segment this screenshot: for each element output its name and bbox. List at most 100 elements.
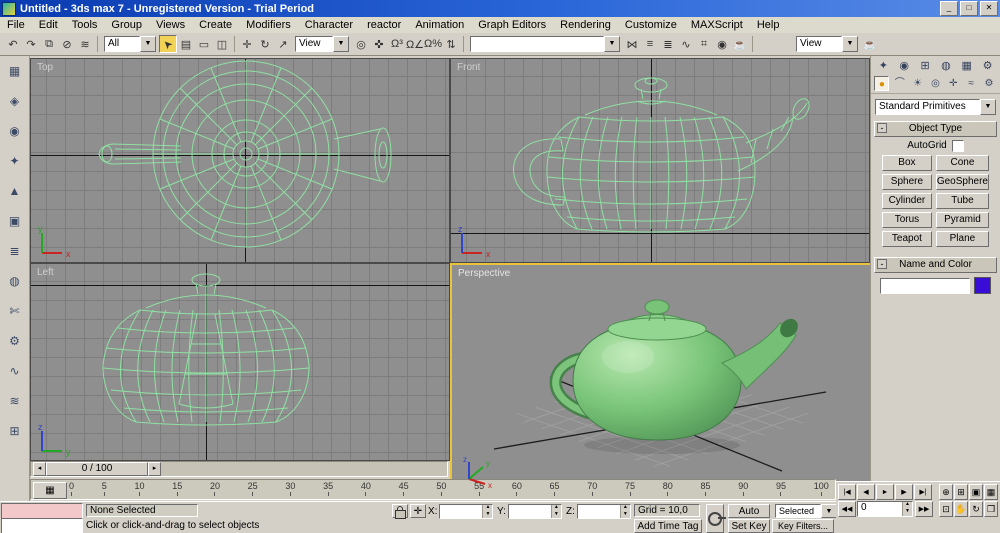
render-type-dropdown[interactable]: View ▼ [796,36,858,52]
viewport-top[interactable]: Top x y [30,58,450,263]
time-slider-handle[interactable]: 0 / 100 [46,462,148,476]
create-category-icon[interactable]: ≈ [964,76,979,91]
create-category-icon[interactable]: ⚙ [981,76,996,91]
object-name-input[interactable] [880,277,970,294]
auto-key-button[interactable]: Auto Key [728,504,770,530]
toolbar-icon[interactable]: ≡ [641,35,659,53]
create-category-icon[interactable]: ⌒ [892,76,907,91]
viewport-nav-button[interactable]: ⊡ [939,501,953,517]
previous-key-button[interactable]: ◀◀ [838,501,856,517]
named-selection-sets-dropdown[interactable]: ▼ [470,36,620,52]
command-panel-tab-icon[interactable]: ◉ [896,58,913,74]
chevron-down-icon[interactable]: ▼ [604,36,620,52]
viewport-nav-button[interactable]: ▦ [984,484,998,500]
primitive-button[interactable]: Cone [935,155,989,171]
lock-selection-toggle[interactable] [392,504,408,519]
minimize-button[interactable]: _ [940,1,958,16]
primitive-button[interactable]: Box [882,155,932,171]
viewport-nav-button[interactable]: ↻ [969,501,983,517]
toolbar-icon[interactable]: ↶ [4,35,22,53]
reactor-toolbar-icon[interactable]: ✦ [5,152,25,170]
toolbar-icon[interactable]: ◎ [352,35,370,53]
reactor-toolbar-icon[interactable]: ▣ [5,212,25,230]
viewport-label[interactable]: Top [37,62,53,73]
track-bar[interactable]: ▦ 0 5 10 15 20 25 30 35 40 45 50 55 60 65 70 75 80 85 90 95… [30,479,836,500]
toolbar-icon[interactable]: ✜ [370,35,388,53]
autogrid-checkbox[interactable] [951,139,964,152]
next-key-button[interactable]: ▶▶ [915,501,933,517]
toolbar-icon[interactable]: ≣ [659,35,677,53]
menu-item[interactable]: reactor [360,18,408,32]
playback-button[interactable]: ► [876,484,894,500]
z-coordinate-field[interactable]: ▲ ▼ [576,504,631,519]
chevron-down-icon[interactable]: ▼ [140,36,156,52]
toolbar-icon[interactable]: ∿ [677,35,695,53]
chevron-down-icon[interactable]: ▼ [821,504,837,518]
add-time-tag-button[interactable]: Add Time Tag [634,519,702,533]
viewport-nav-button[interactable]: ✋ [954,501,968,517]
quick-render-button[interactable]: ☕ [861,35,879,53]
viewport-label[interactable]: Front [457,62,480,73]
reactor-toolbar-icon[interactable]: ⚙ [5,332,25,350]
reactor-toolbar-icon[interactable]: ✄ [5,302,25,320]
reactor-toolbar-icon[interactable]: ≣ [5,242,25,260]
toolbar-icon[interactable]: ⇅ [442,35,460,53]
primitive-button[interactable]: Tube [935,193,989,209]
x-coordinate-field[interactable]: ▲ ▼ [439,504,494,519]
menu-item[interactable]: Customize [618,18,684,32]
set-keys-button[interactable] [706,504,726,533]
create-category-icon[interactable]: ☀ [910,76,925,91]
absolute-offset-toggle[interactable]: ✛ [410,504,426,518]
reactor-toolbar-icon[interactable]: ▲ [5,182,25,200]
playback-button[interactable]: |◀ [838,484,856,500]
menu-item[interactable]: Animation [408,18,471,32]
set-key-button[interactable]: Set Key [728,519,770,533]
command-panel-tab-icon[interactable]: ✦ [875,58,892,74]
primitive-button[interactable]: Teapot [882,231,932,247]
object-type-rollout-header[interactable]: - Object Type [874,121,997,137]
playback-button[interactable]: ◀ [857,484,875,500]
collapse-icon[interactable]: - [877,259,887,269]
chevron-down-icon[interactable]: ▼ [333,36,349,52]
select-object-button[interactable]: ➤ [159,35,177,53]
close-button[interactable]: ✕ [980,1,998,16]
toolbar-icon[interactable]: ≋ [76,35,94,53]
reactor-toolbar-icon[interactable]: ∿ [5,362,25,380]
primitive-button[interactable]: Cylinder [882,193,932,209]
viewport-nav-button[interactable]: ❒ [984,501,998,517]
maxscript-mini-listener-white[interactable] [1,518,83,533]
toolbar-icon[interactable]: Ω∠ [406,35,424,53]
create-category-icon[interactable]: ✛ [946,76,961,91]
menu-item[interactable]: Group [104,18,149,32]
collapse-icon[interactable]: - [877,123,887,133]
toolbar-icon[interactable]: ⊘ [58,35,76,53]
menu-item[interactable]: Character [298,18,360,32]
menu-item[interactable]: Modifiers [239,18,298,32]
menu-item[interactable]: Help [750,18,787,32]
maximize-button[interactable]: □ [960,1,978,16]
key-filters-button[interactable]: Key Filters... [772,519,834,533]
primitive-category-dropdown[interactable]: Standard Primitives ▼ [875,99,996,115]
reactor-toolbar-icon[interactable]: ◈ [5,92,25,110]
create-category-icon[interactable]: ● [874,76,890,91]
toolbar-icon[interactable]: Ω% [424,35,442,53]
name-and-color-rollout-header[interactable]: - Name and Color [874,257,997,273]
spinner[interactable]: ▲ ▼ [550,505,561,518]
menu-item[interactable]: Edit [32,18,65,32]
playback-button[interactable]: ▶| [914,484,932,500]
menu-item[interactable]: Create [192,18,239,32]
primitive-button[interactable]: Pyramid [935,212,989,228]
menu-item[interactable]: Rendering [553,18,618,32]
create-category-icon[interactable]: ◎ [928,76,943,91]
viewport-nav-button[interactable]: ▣ [969,484,983,500]
primitive-button[interactable]: Sphere [882,174,932,190]
select-rotate-button[interactable]: ↻ [256,35,274,53]
viewport-label[interactable]: Perspective [458,268,510,279]
toolbar-icon[interactable]: ⌗ [695,35,713,53]
object-color-swatch[interactable] [974,277,991,294]
menu-item[interactable]: File [0,18,32,32]
command-panel-tab-icon[interactable]: ⊞ [917,58,934,74]
reactor-toolbar-icon[interactable]: ≋ [5,392,25,410]
primitive-button[interactable]: Torus [882,212,932,228]
reactor-toolbar-icon[interactable]: ◉ [5,122,25,140]
